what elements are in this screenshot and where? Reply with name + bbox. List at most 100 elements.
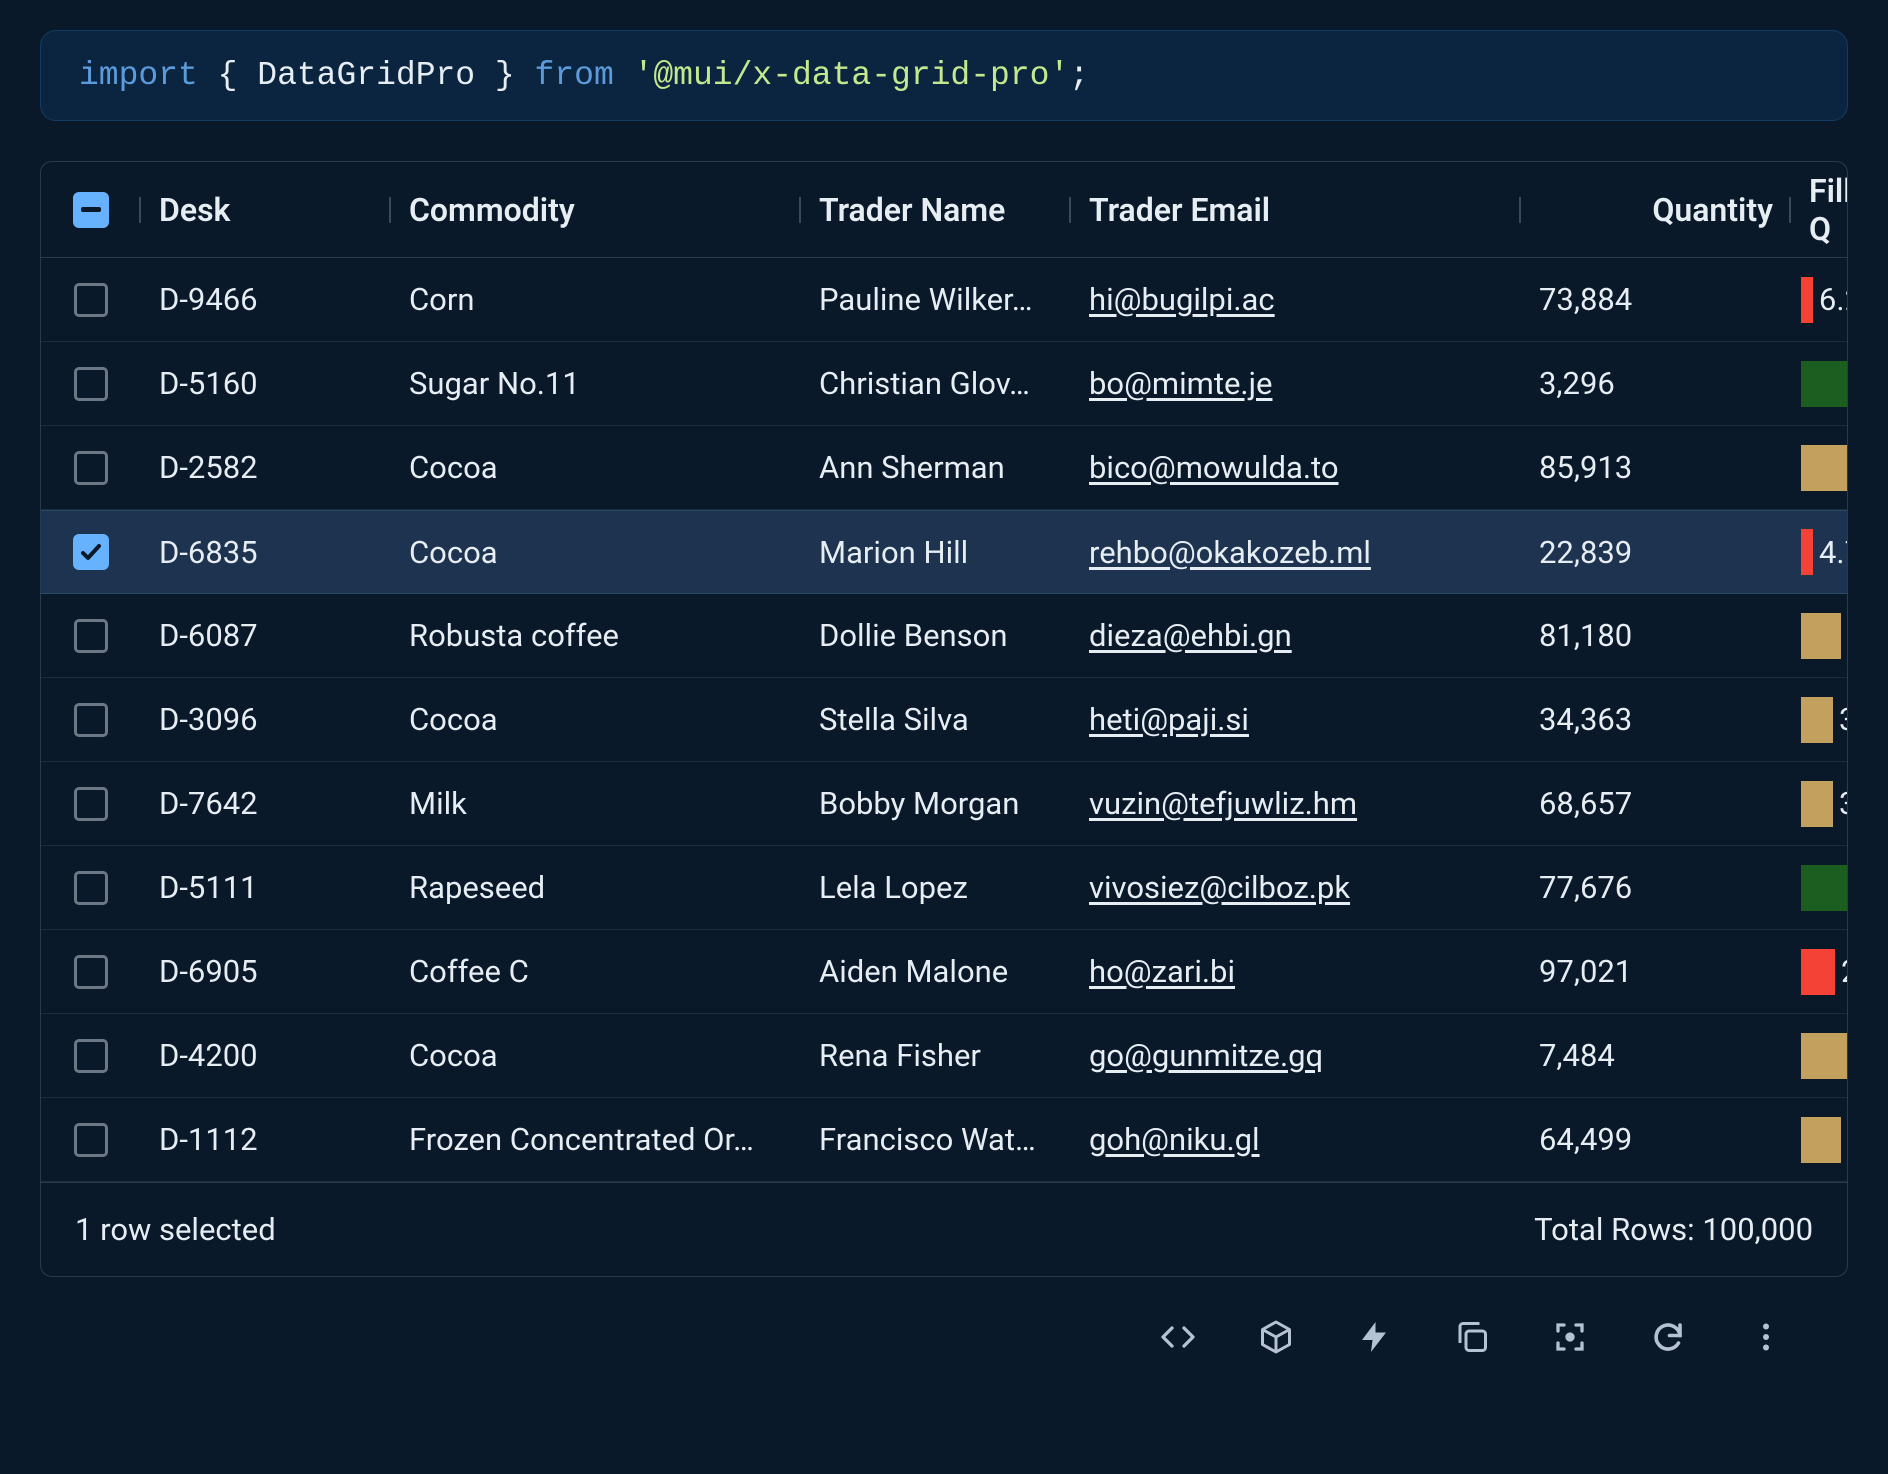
toolbar-more-button[interactable] [1746,1319,1786,1359]
cell-quantity-text: 81,180 [1539,617,1773,654]
email-link[interactable]: rehbo@okakozeb.ml [1089,534,1371,571]
cell-trader-text: Ann Sherman [819,449,1053,486]
toolbar-sandbox-button[interactable] [1256,1319,1296,1359]
cell-filled: 6.26 [1791,258,1848,341]
cell-email: ho@zari.bi [1071,930,1521,1013]
table-row[interactable]: D-1112 Frozen Concentrated Or… Francisco W… [41,1098,1847,1182]
cell-quantity: 3,296 [1521,342,1791,425]
row-checkbox[interactable] [41,594,141,677]
email-link[interactable]: ho@zari.bi [1089,953,1235,990]
header-filled[interactable]: Filled Q [1791,162,1848,257]
row-checkbox[interactable] [41,1098,141,1181]
email-link[interactable]: heti@paji.si [1089,701,1249,738]
footer-selection-count: 1 row selected [75,1211,276,1248]
header-trader-label: Trader Name [819,191,1005,229]
email-link[interactable]: hi@bugilpi.ac [1089,281,1275,318]
cell-trader: Francisco Wat… [801,1098,1071,1181]
header-filled-label: Filled Q [1809,172,1848,248]
cell-desk-text: D-5111 [159,869,373,906]
row-checkbox[interactable] [41,342,141,425]
cell-desk-text: D-1112 [159,1121,373,1158]
table-row[interactable]: D-6905Coffee CAiden Maloneho@zari.bi97,0… [41,930,1847,1014]
cell-filled: 30.4 [1791,678,1848,761]
header-commodity[interactable]: Commodity [391,162,801,257]
header-email-label: Trader Email [1089,191,1270,229]
more-vertical-icon [1748,1319,1784,1359]
cell-trader-text: Bobby Morgan [819,785,1053,822]
email-link[interactable]: vuzin@tefjuwliz.hm [1089,785,1357,822]
cell-desk: D-9466 [141,258,391,341]
table-row[interactable]: D-4200CocoaRena Fishergo@gunmitze.gq7,48… [41,1014,1847,1098]
table-row[interactable]: D-9466CornPauline Wilker…hi@bugilpi.ac73… [41,258,1847,342]
checkbox-empty-icon [74,871,108,905]
checkbox-empty-icon [74,703,108,737]
cell-commodity: Cocoa [391,511,801,593]
cell-trader-text: Christian Glov… [819,365,1053,402]
header-commodity-label: Commodity [409,191,575,229]
toolbar-copy-button[interactable] [1452,1319,1492,1359]
cell-trader: Aiden Malone [801,930,1071,1013]
cell-commodity: Cocoa [391,1014,801,1097]
toolbar-focus-button[interactable] [1550,1319,1590,1359]
toolbar-bolt-button[interactable] [1354,1319,1394,1359]
progress-bar [1801,361,1848,407]
header-desk[interactable]: Desk [141,162,391,257]
toolbar-code-button[interactable] [1158,1319,1198,1359]
cell-commodity: Sugar No.11 [391,342,801,425]
email-link[interactable]: bo@mimte.je [1089,365,1272,402]
cell-email: hi@bugilpi.ac [1071,258,1521,341]
cell-trader: Ann Sherman [801,426,1071,509]
email-link[interactable]: dieza@ehbi.gn [1089,617,1292,654]
code-brace-close: } [495,57,515,94]
checkbox-checked-icon [73,534,109,570]
filled-value: 30.11 [1833,785,1848,822]
cell-commodity-text: Cocoa [409,701,783,738]
cell-email: vuzin@tefjuwliz.hm [1071,762,1521,845]
cell-desk: D-2582 [141,426,391,509]
cell-desk-text: D-4200 [159,1037,373,1074]
cell-commodity-text: Cocoa [409,449,783,486]
table-row[interactable]: D-3096CocoaStella Silvaheti@paji.si34,36… [41,678,1847,762]
header-email[interactable]: Trader Email [1071,162,1521,257]
row-checkbox[interactable] [41,762,141,845]
row-checkbox[interactable] [41,1014,141,1097]
table-row[interactable]: D-5111RapeseedLela Lopezvivosiez@cilboz.… [41,846,1847,930]
toolbar-refresh-button[interactable] [1648,1319,1688,1359]
header-quantity[interactable]: Quantity [1521,162,1791,257]
progress-bar [1801,1117,1841,1163]
cell-quantity: 77,676 [1521,846,1791,929]
cell-filled: 36.98 [1791,594,1848,677]
cell-quantity: 81,180 [1521,594,1791,677]
email-link[interactable]: bico@mowulda.to [1089,449,1339,486]
data-grid: Desk Commodity Trader Name Trader Email … [40,161,1848,1277]
header-quantity-label: Quantity [1652,191,1773,229]
cell-quantity: 34,363 [1521,678,1791,761]
email-link[interactable]: go@gunmitze.gq [1089,1037,1323,1074]
table-row[interactable]: D-5160Sugar No.11Christian Glov…bo@mimte… [41,342,1847,426]
cell-email: vivosiez@cilboz.pk [1071,846,1521,929]
table-row[interactable]: D-6087Robusta coffeeDollie Bensondieza@e… [41,594,1847,678]
row-checkbox[interactable] [41,511,141,593]
code-module-string: '@mui/x-data-grid-pro' [634,57,1070,94]
email-link[interactable]: goh@niku.gl [1089,1121,1260,1158]
row-checkbox[interactable] [41,846,141,929]
table-row[interactable]: D-2582CocoaAnn Shermanbico@mowulda.to85,… [41,426,1847,510]
cell-trader-text: Francisco Wat… [819,1121,1053,1158]
row-checkbox[interactable] [41,678,141,761]
cell-commodity: Robusta coffee [391,594,801,677]
row-checkbox[interactable] [41,258,141,341]
row-checkbox[interactable] [41,930,141,1013]
cell-trader-text: Pauline Wilker… [819,281,1053,318]
code-identifier: DataGridPro [257,57,475,94]
cell-desk: D-6835 [141,511,391,593]
table-row[interactable]: D-7642MilkBobby Morganvuzin@tefjuwliz.hm… [41,762,1847,846]
cell-trader: Dollie Benson [801,594,1071,677]
table-row[interactable]: D-6835CocoaMarion Hillrehbo@okakozeb.ml2… [41,510,1847,594]
code-brace-open: { [218,57,238,94]
email-link[interactable]: vivosiez@cilboz.pk [1089,869,1350,906]
header-select-all[interactable] [41,162,141,257]
header-trader[interactable]: Trader Name [801,162,1071,257]
row-checkbox[interactable] [41,426,141,509]
cell-commodity: Frozen Concentrated Or… [391,1098,801,1181]
progress-bar [1801,529,1813,575]
